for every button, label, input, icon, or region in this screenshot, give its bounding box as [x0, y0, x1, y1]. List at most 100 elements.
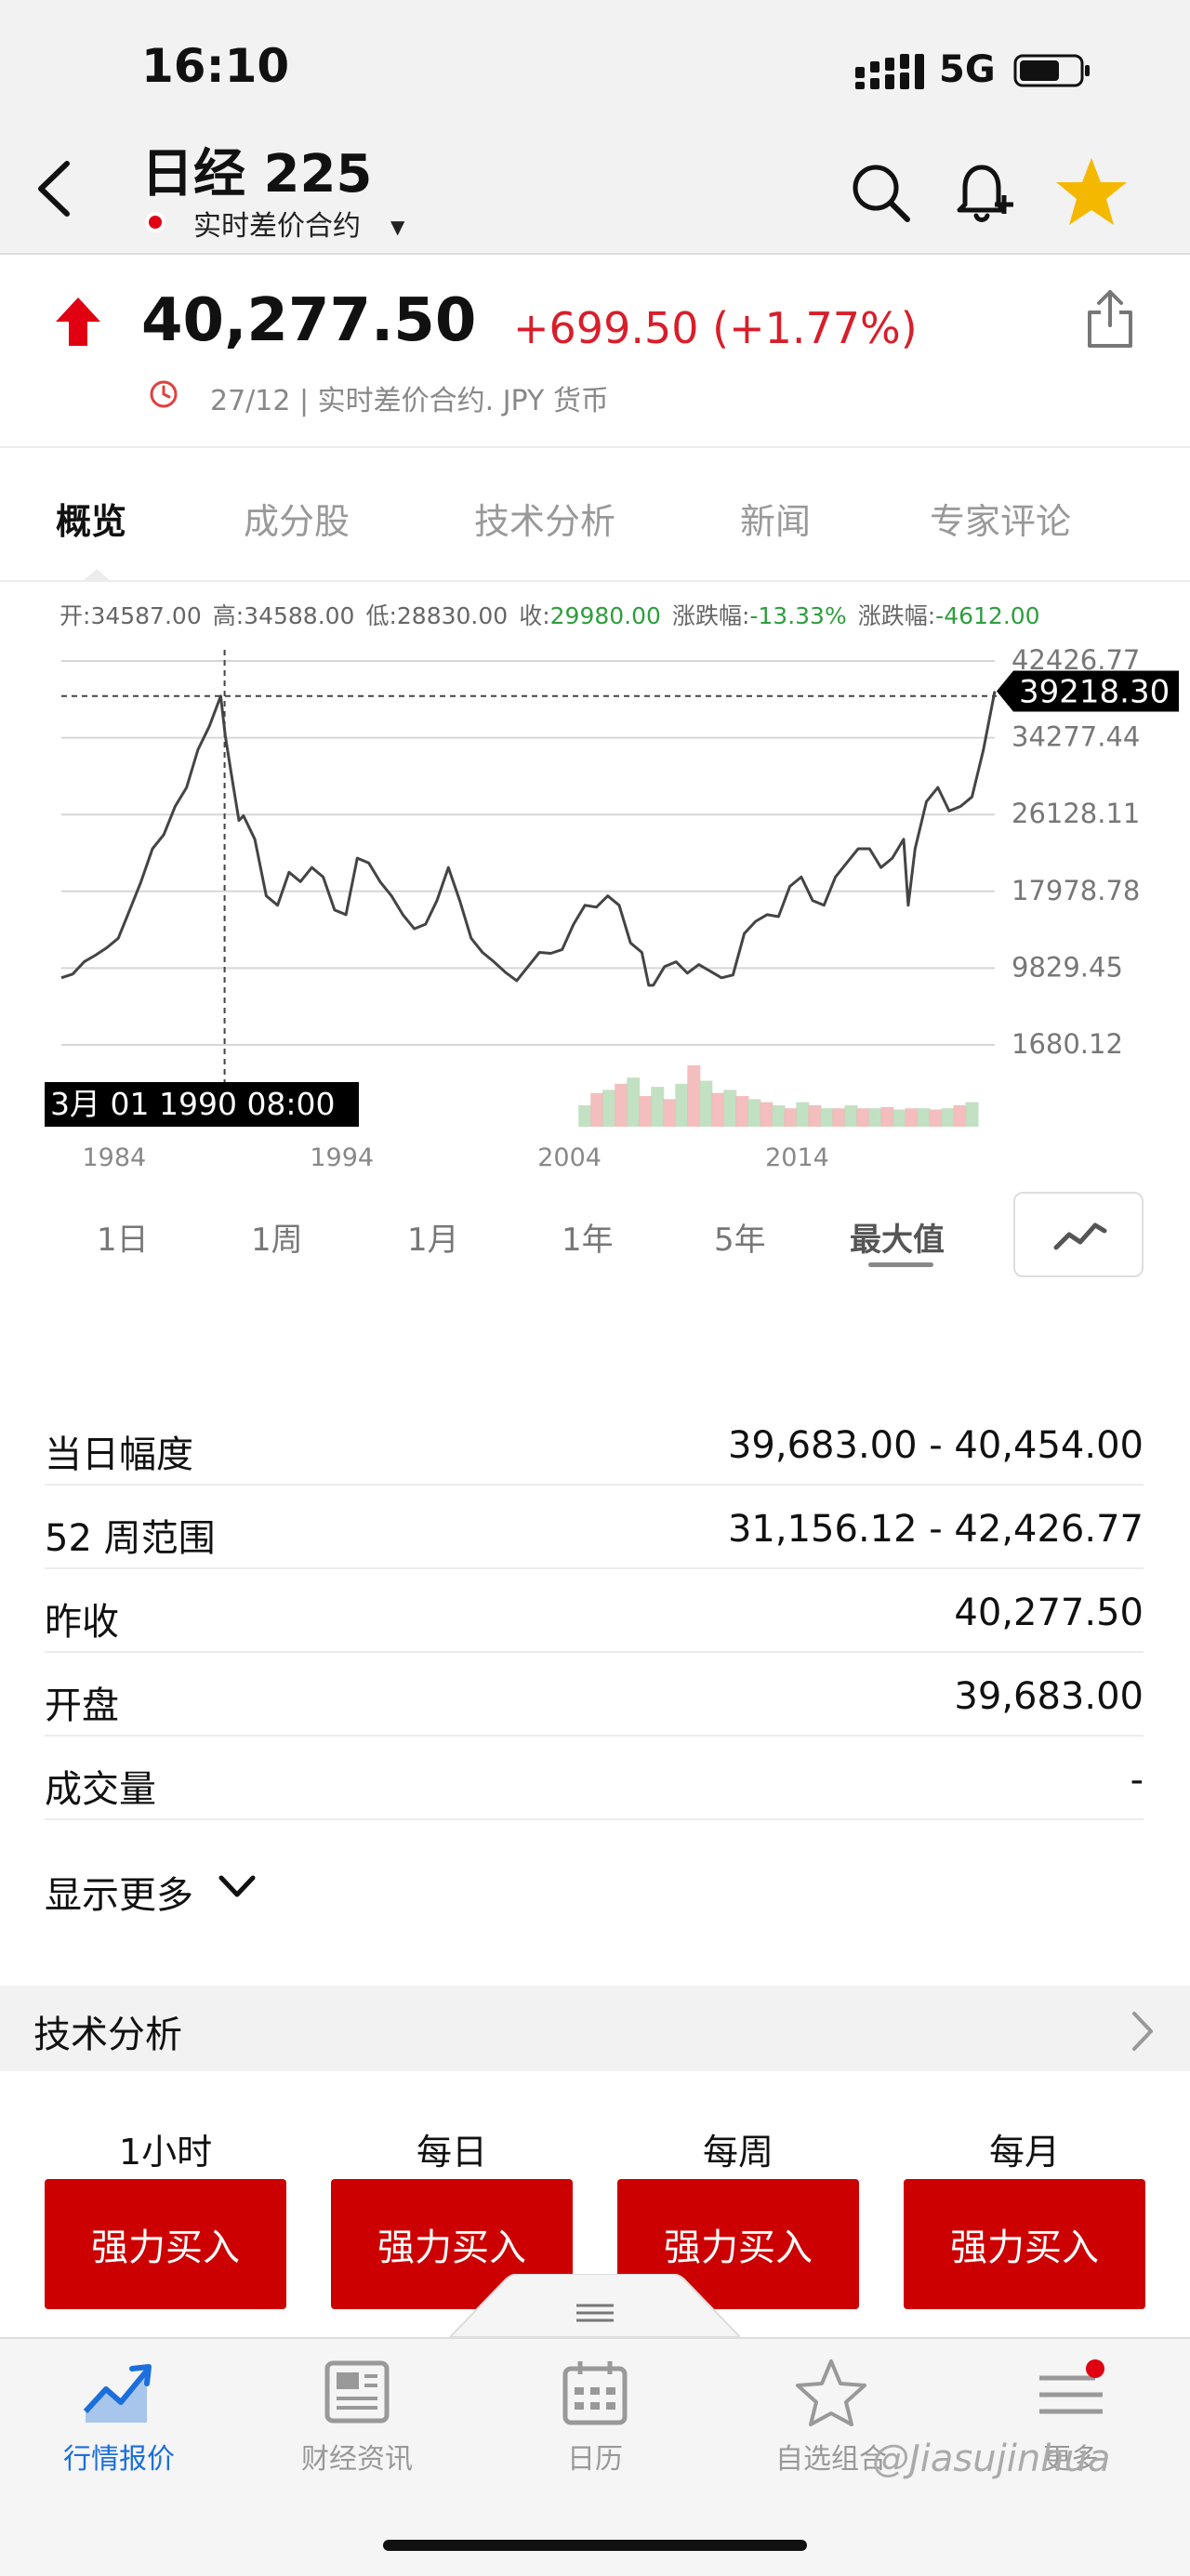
volume-bars: [578, 1065, 979, 1127]
signal-1h[interactable]: 强力买入: [45, 2179, 286, 2309]
nav-calendar[interactable]: 日历: [502, 2436, 688, 2477]
battery-icon: [1013, 54, 1090, 87]
volume-bar: [602, 1090, 616, 1127]
price-line: [60, 691, 997, 987]
tab-overview[interactable]: 概览: [56, 493, 126, 544]
share-icon[interactable]: [1084, 286, 1136, 350]
quotes-chart-icon[interactable]: [82, 2358, 156, 2428]
more-menu-icon[interactable]: [1034, 2358, 1108, 2428]
last-value-label: 39218.30: [1019, 674, 1170, 711]
tab-expert-comments[interactable]: 专家评论: [930, 493, 1071, 544]
calendar-icon[interactable]: [558, 2358, 632, 2428]
volume-bar: [735, 1096, 749, 1127]
volume-bar: [639, 1096, 653, 1127]
range-5y[interactable]: 5年: [714, 1214, 766, 1260]
volume-bar: [578, 1104, 592, 1127]
nav-quotes[interactable]: 行情报价: [26, 2436, 212, 2477]
volume-bar: [796, 1102, 810, 1127]
volume-bar: [953, 1104, 967, 1127]
caret-down-icon[interactable]: ▼: [390, 216, 404, 238]
x-axis-ticks: 1984 1994 2004 2014: [82, 1143, 828, 1172]
low-label: 低:: [365, 602, 396, 629]
open-label: 开:: [60, 602, 90, 629]
price-up-arrow-icon: [56, 297, 100, 346]
chg-label: 涨跌幅:: [858, 602, 935, 629]
stat-label: 当日幅度: [45, 1433, 193, 1476]
volume-bar: [699, 1080, 713, 1127]
volume-bar: [941, 1108, 955, 1127]
stat-row-open: 开盘 39,683.00: [45, 1653, 1144, 1737]
line-chart-icon: [1053, 1222, 1107, 1250]
volume-bar: [711, 1092, 725, 1127]
volume-bar: [965, 1102, 979, 1127]
stat-value: -: [1130, 1759, 1144, 1802]
volume-bar: [820, 1108, 834, 1127]
watchlist-star-icon[interactable]: [794, 2358, 868, 2428]
volume-bar: [651, 1087, 665, 1127]
search-icon[interactable]: [848, 160, 913, 225]
volume-bar: [880, 1106, 894, 1127]
range-1d[interactable]: 1日: [97, 1214, 149, 1260]
show-more-button[interactable]: 显示更多: [45, 1865, 193, 1919]
bell-plus-icon[interactable]: [952, 158, 1017, 225]
signal-monthly[interactable]: 强力买入: [904, 2179, 1145, 2309]
last-price: 40,277.50: [141, 286, 477, 355]
live-dot-icon: [145, 212, 165, 232]
price-change: +699.50 (+1.77%): [513, 303, 918, 353]
instrument-title: 日经 225: [141, 144, 373, 205]
home-indicator: [383, 2540, 807, 2551]
volume-bar: [615, 1083, 628, 1127]
volume-bar: [675, 1083, 689, 1127]
y-tick-label: 1680.12: [1012, 1028, 1123, 1060]
volume-bar: [892, 1109, 906, 1127]
close-label: 收:: [519, 602, 549, 629]
price-chart[interactable]: 开:34587.00 高:34588.00 低:28830.00 收:29980.00…: [0, 591, 1190, 1186]
volume-bar: [905, 1108, 919, 1127]
volume-bar: [772, 1104, 786, 1127]
volume-bar: [832, 1108, 846, 1127]
stat-label: 开盘: [45, 1684, 119, 1727]
range-1y[interactable]: 1年: [562, 1214, 614, 1260]
volume-bar: [856, 1108, 870, 1127]
volume-bar: [784, 1108, 798, 1127]
tab-components[interactable]: 成分股: [244, 493, 350, 544]
volume-bar: [590, 1092, 604, 1127]
y-tick-label: 26128.11: [1012, 798, 1140, 829]
range-max[interactable]: 最大值: [850, 1214, 945, 1260]
volume-bar: [917, 1108, 931, 1127]
timeframe-monthly: 每月: [988, 2132, 1060, 2173]
timeframe-weekly: 每周: [702, 2132, 774, 2173]
open-value: 34587.00: [90, 602, 201, 629]
volume-bar: [760, 1102, 774, 1127]
instrument-type-dropdown[interactable]: 实时差价合约: [193, 203, 361, 244]
x-tick-label: 2014: [765, 1143, 829, 1172]
y-tick-label: 9829.45: [1012, 951, 1123, 983]
tab-technical[interactable]: 技术分析: [474, 493, 615, 544]
back-arrow-icon[interactable]: [32, 156, 78, 221]
chevron-down-icon[interactable]: [216, 1870, 258, 1904]
volume-bar: [723, 1090, 737, 1127]
volume-bar: [868, 1108, 882, 1127]
x-tick-label: 1984: [82, 1143, 146, 1172]
price-series: [60, 691, 997, 987]
high-value: 34588.00: [244, 602, 354, 629]
stat-label: 52 周范围: [45, 1517, 216, 1560]
volume-bar: [627, 1077, 641, 1127]
volume-bar: [687, 1065, 701, 1127]
nav-news[interactable]: 财经资讯: [264, 2436, 450, 2477]
favorite-star-icon[interactable]: [1054, 156, 1129, 227]
range-1m[interactable]: 1月: [407, 1214, 459, 1260]
chevron-right-icon[interactable]: [1129, 2008, 1157, 2054]
range-1w[interactable]: 1周: [251, 1214, 303, 1260]
tab-news[interactable]: 新闻: [740, 493, 811, 544]
sheet-grabber[interactable]: [450, 2274, 740, 2337]
high-label: 高:: [213, 602, 244, 629]
news-icon[interactable]: [320, 2358, 394, 2428]
stat-value: 39,683.00 - 40,454.00: [727, 1424, 1144, 1467]
close-value: 29980.00: [550, 602, 661, 629]
quote-meta: 27/12 | 实时差价合约. JPY 货币: [210, 385, 609, 417]
stat-label: 昨收: [45, 1601, 119, 1644]
stat-row-52w-range: 52 周范围 31,156.12 - 42,426.77: [45, 1486, 1144, 1569]
stat-value: 39,683.00: [954, 1675, 1144, 1718]
chart-type-button[interactable]: [1013, 1192, 1144, 1277]
